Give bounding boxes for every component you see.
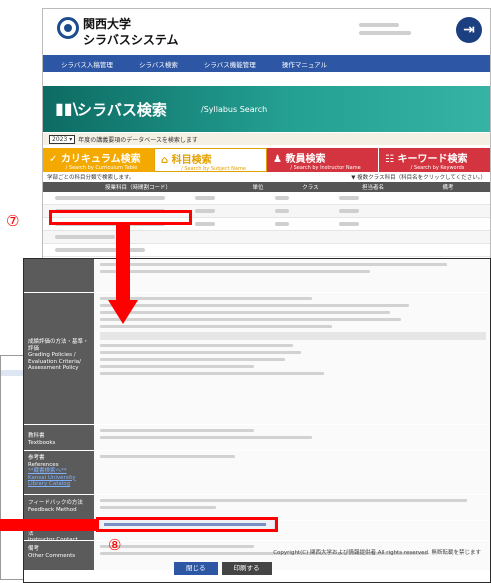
copyright-text: Copyright(C) 関西大学および情報提供者 All rights res…: [273, 550, 481, 556]
search-title-band: ▮▮\ シラバス検索 /Syllabus Search: [43, 86, 490, 132]
col-instructor: 担当者名: [361, 185, 384, 191]
arrow-left-shaft: [0, 519, 96, 531]
year-description: 年度の講義要項のデータベースを検索します: [78, 136, 198, 144]
check-icon: ✓: [49, 154, 58, 165]
nav-item-manual[interactable]: 操作マニュアル: [282, 59, 327, 69]
books-icon: ▮▮\: [55, 99, 79, 118]
print-button[interactable]: 印刷する: [221, 562, 272, 575]
grading-label: 成績評価の方法・基準・評価 Grading Policies / Evaluat…: [28, 339, 89, 371]
highlight-box-step7: [49, 210, 192, 225]
results-table-header: 授業科目（時間割コード） 単位 クラス 担当者名 備考: [43, 182, 490, 192]
nav-item-syllabus-input[interactable]: シラバス入稿管理: [61, 59, 113, 69]
year-row: 2023 ▾ 年度の講義要項のデータベースを検索します: [43, 133, 490, 145]
note-row: 学部ごとの科目分類で検索します。 ▼ 複数クラス科目（科目名をクリックしてくださ…: [43, 172, 490, 182]
university-name: 関西大学: [83, 17, 132, 31]
search-title: シラバス検索: [77, 101, 167, 119]
note-right: ▼ 複数クラス科目（科目名をクリックしてください。）: [351, 175, 486, 181]
col-remarks: 備考: [442, 185, 454, 191]
search-tabs: ✓ カリキュラム検索 / Search by Curriculum Table …: [43, 148, 490, 172]
detail-row-grading: 成績評価の方法・基準・評価 Grading Policies / Evaluat…: [24, 293, 490, 425]
col-subject: 授業科目（時間割コード）: [104, 185, 171, 191]
comments-label: 備考 Other Comments: [28, 546, 76, 559]
col-class: クラス: [302, 185, 319, 191]
col-credits: 単位: [252, 185, 264, 191]
header: 関西大学 シラバスシステム ⇥: [43, 9, 490, 55]
university-logo-icon: [57, 17, 79, 39]
search-subtitle: /Syllabus Search: [201, 105, 268, 114]
nav-item-syllabus-search[interactable]: シラバス検索: [139, 59, 178, 69]
library-catalog-link[interactable]: Kansai University Library Catalog: [28, 475, 90, 488]
building-icon: ⌂: [161, 155, 169, 166]
references-label: 参考書 References: [28, 455, 59, 468]
user-affiliation-blurred: [359, 31, 411, 35]
tab-subject-search[interactable]: ⌂ 科目検索 / Search by Subject Name: [154, 148, 267, 172]
list-icon: ☷: [385, 154, 394, 165]
user-name-blurred: [359, 23, 399, 27]
logout-icon: ⇥: [463, 22, 475, 38]
feedback-label: フィードバックの方法 Feedback Method: [28, 500, 83, 513]
arrow-down-icon: [108, 300, 138, 324]
syllabus-detail-window: 成績評価の方法・基準・評価 Grading Policies / Evaluat…: [23, 258, 491, 583]
table-row[interactable]: [43, 231, 490, 244]
arrow-shaft: [116, 225, 130, 305]
system-name: シラバスシステム: [83, 33, 179, 47]
detail-row-textbooks: 教科書 Textbooks: [24, 425, 490, 451]
table-row[interactable]: [43, 192, 490, 205]
person-icon: ♟: [273, 154, 282, 165]
highlight-box-step8: [96, 517, 278, 532]
year-select[interactable]: 2023 ▾: [49, 134, 76, 144]
tab-instructor-search[interactable]: ♟ 教員検索 / Search by Instructor Name: [267, 148, 378, 172]
main-nav: シラバス入稿管理 シラバス検索 シラバス機能管理 操作マニュアル: [43, 55, 490, 72]
detail-row: [24, 259, 490, 293]
close-button[interactable]: 閉じる: [174, 562, 218, 575]
logout-button[interactable]: ⇥: [456, 17, 482, 43]
tab-curriculum-search[interactable]: ✓ カリキュラム検索 / Search by Curriculum Table: [43, 148, 154, 172]
step7-label: ⑦: [6, 212, 20, 230]
detail-row-references: 参考書 References **蔵書検索へ** Kansai Universi…: [24, 451, 490, 495]
textbooks-label: 教科書 Textbooks: [28, 433, 56, 446]
note-left: 学部ごとの科目分類で検索します。: [47, 175, 135, 181]
table-row[interactable]: [43, 244, 490, 257]
nav-item-syllabus-admin[interactable]: シラバス機能管理: [204, 59, 256, 69]
tab-keyword-search[interactable]: ☷ キーワード検索 / Search by Keywords: [378, 148, 490, 172]
action-buttons: 閉じる 印刷する: [174, 562, 276, 575]
step8-label: ⑧: [108, 536, 122, 554]
